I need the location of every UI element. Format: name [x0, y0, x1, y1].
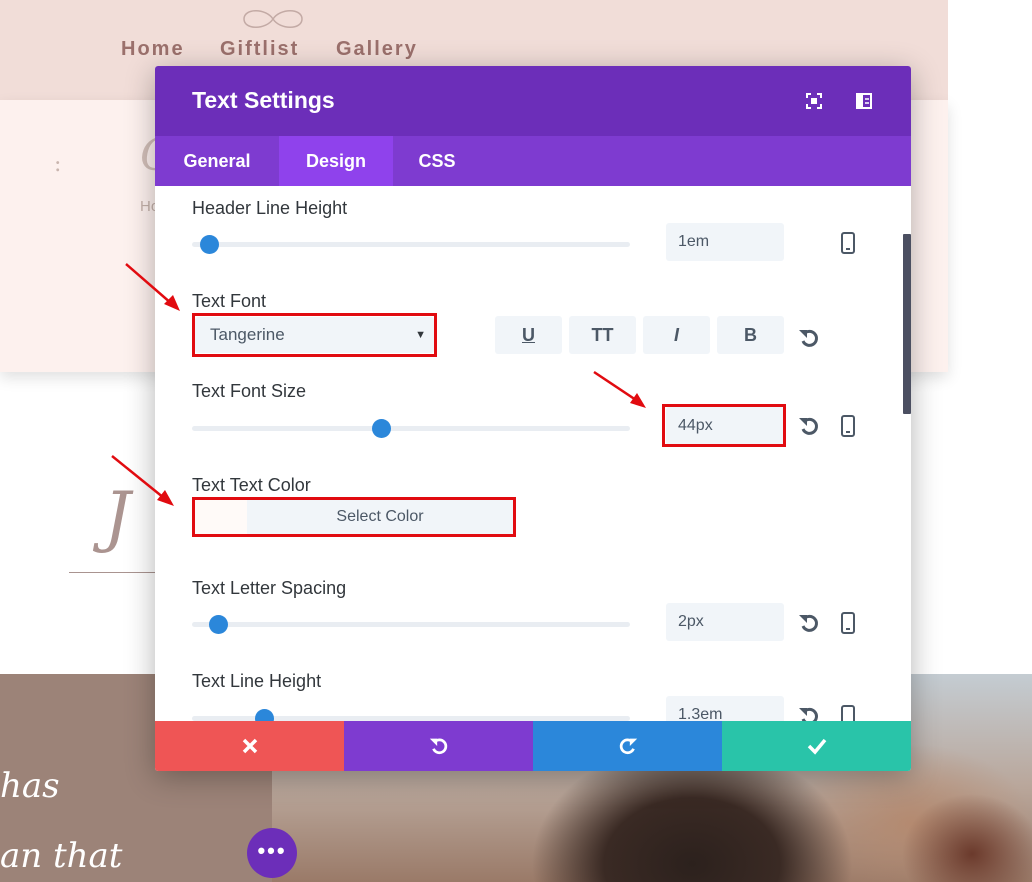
highlight-box-color [192, 497, 516, 537]
check-icon [807, 738, 826, 755]
text-settings-modal: Text Settings General Design CSS Header … [155, 66, 911, 771]
slider-handle[interactable] [372, 419, 391, 438]
modal-title: Text Settings [192, 87, 335, 113]
text-line-height-input[interactable]: 1.3em [666, 696, 784, 721]
slider-handle[interactable] [209, 615, 228, 634]
phone-icon[interactable] [837, 414, 859, 438]
reset-icon[interactable] [798, 326, 820, 350]
sidebar-layout-icon[interactable] [855, 92, 873, 110]
quote-line-2: an that [0, 836, 123, 876]
bold-button[interactable]: B [717, 316, 784, 354]
scrollbar[interactable] [903, 234, 911, 414]
text-line-height-label: Text Line Height [192, 671, 322, 691]
redo-icon [619, 738, 637, 755]
text-letter-spacing-input[interactable]: 2px [666, 603, 784, 641]
text-letter-spacing-slider[interactable] [192, 615, 630, 634]
tab-design[interactable]: Design [279, 136, 393, 186]
expand-icon[interactable] [805, 92, 823, 110]
header-line-height-label: Header Line Height [192, 198, 348, 218]
undo-icon [429, 738, 447, 755]
phone-icon[interactable] [837, 231, 859, 255]
cancel-button[interactable] [155, 721, 344, 771]
uppercase-button[interactable]: TT [569, 316, 636, 354]
header-line-height-input[interactable]: 1em [666, 223, 784, 261]
text-font-size-label: Text Font Size [192, 381, 307, 401]
italic-button[interactable]: I [643, 316, 710, 354]
header-line-height-slider[interactable] [192, 235, 630, 254]
phone-icon[interactable] [837, 611, 859, 635]
quote-line-1: has [0, 766, 60, 806]
page-margin [948, 0, 1032, 372]
highlight-box-size [662, 404, 786, 447]
modal-tabs: General Design CSS [155, 136, 911, 186]
text-font-size-slider[interactable] [192, 419, 630, 438]
more-dots-icon[interactable]: ••• [247, 828, 297, 878]
slider-handle[interactable] [200, 235, 219, 254]
reset-icon[interactable] [798, 704, 820, 721]
text-color-label: Text Text Color [192, 475, 311, 495]
slider-handle[interactable] [255, 709, 274, 721]
infinity-logo-icon [243, 10, 303, 28]
reset-icon[interactable] [798, 414, 820, 438]
section-script-text: J [104, 478, 131, 555]
highlight-box-font [192, 313, 437, 357]
modal-header: Text Settings [155, 66, 911, 136]
text-font-label: Text Font [192, 291, 267, 311]
nav-home[interactable]: Home [121, 38, 185, 61]
hero-glyph: : [54, 152, 62, 177]
tab-general[interactable]: General [155, 136, 279, 186]
underline-button[interactable]: U [495, 316, 562, 354]
nav-giftlist[interactable]: Giftlist [220, 38, 299, 61]
reset-icon[interactable] [798, 611, 820, 635]
nav-gallery[interactable]: Gallery [336, 38, 418, 61]
redo-button[interactable] [533, 721, 722, 771]
text-letter-spacing-label: Text Letter Spacing [192, 578, 347, 598]
close-icon [242, 738, 257, 754]
modal-footer [155, 721, 911, 771]
undo-button[interactable] [344, 721, 533, 771]
settings-panel: Header Line Height 1em Text Font Tangeri… [155, 186, 911, 721]
section-divider [69, 572, 159, 573]
phone-icon[interactable] [837, 704, 859, 721]
save-button[interactable] [722, 721, 911, 771]
tab-css[interactable]: CSS [393, 136, 481, 186]
